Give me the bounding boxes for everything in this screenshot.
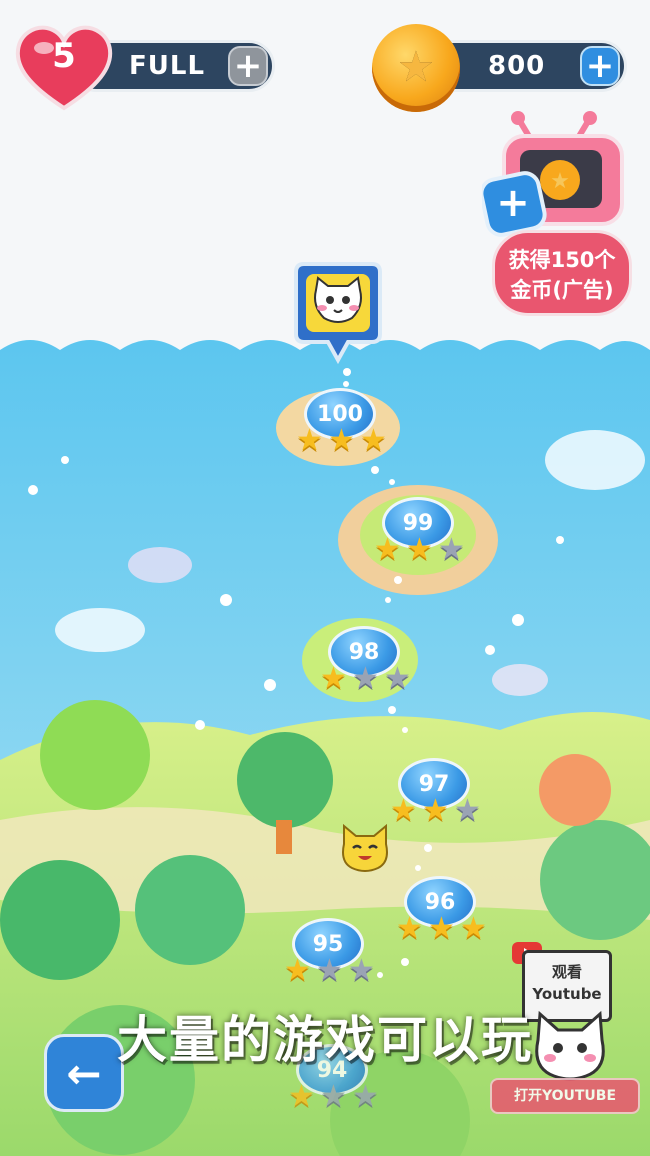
reward-ad-label-line1: 获得150个: [508, 248, 616, 272]
star-empty-icon: ★: [320, 1079, 347, 1114]
lives-count: 5: [52, 36, 76, 76]
level-stars: ★ ★ ★: [390, 793, 481, 828]
promo-caption: 大量的游戏可以玩: [117, 1011, 533, 1069]
coin-star-icon: ★: [397, 42, 435, 91]
level-stars: ★ ★ ★: [396, 911, 487, 946]
star-empty-icon: ★: [316, 953, 343, 988]
plus-icon: +: [233, 46, 263, 86]
svg-text:★: ★: [550, 169, 570, 194]
add-coins-button[interactable]: +: [580, 46, 620, 86]
cat-face-icon: [342, 823, 388, 872]
level-node-97[interactable]: 97 ★ ★ ★: [390, 758, 481, 826]
lives-status: FULL: [129, 51, 206, 81]
add-lives-button[interactable]: +: [228, 46, 268, 86]
star-filled-icon: ★: [360, 423, 387, 458]
level-node-100[interactable]: 100 ★ ★ ★: [296, 388, 387, 456]
level-stars: ★ ★ ★: [288, 1079, 379, 1114]
star-filled-icon: ★: [320, 661, 347, 696]
watch-youtube-line1: 观看: [551, 963, 582, 981]
star-filled-icon: ★: [288, 1079, 315, 1114]
star-empty-icon: ★: [454, 793, 481, 828]
star-filled-icon: ★: [460, 911, 487, 946]
star-filled-icon: ★: [396, 911, 423, 946]
star-empty-icon: ★: [384, 661, 411, 696]
cat-marker-icon: [294, 262, 382, 365]
level-node-98[interactable]: 98 ★ ★ ★: [320, 626, 411, 694]
star-filled-icon: ★: [284, 953, 311, 988]
level-stars: ★ ★ ★: [284, 953, 375, 988]
level-stars: ★ ★ ★: [320, 661, 411, 696]
level-stars: ★ ★ ★: [374, 532, 465, 567]
svg-text:+: +: [496, 180, 530, 226]
level-node-99[interactable]: 99 ★ ★ ★: [374, 497, 465, 565]
star-filled-icon: ★: [428, 911, 455, 946]
star-filled-icon: ★: [328, 423, 355, 458]
star-empty-icon: ★: [352, 1079, 379, 1114]
star-empty-icon: ★: [348, 953, 375, 988]
coins-count: 800: [488, 51, 546, 81]
star-filled-icon: ★: [374, 532, 401, 567]
level-node-95[interactable]: 95 ★ ★ ★: [284, 918, 375, 986]
open-youtube-button[interactable]: 打开YOUTUBE: [490, 1078, 640, 1114]
reward-ad-label-line2: 金币(广告): [510, 278, 614, 302]
star-empty-icon: ★: [438, 532, 465, 567]
star-filled-icon: ★: [406, 532, 433, 567]
tv-icon[interactable]: ★ +: [482, 108, 632, 240]
reward-ad-button[interactable]: 获得150个 金币(广告): [492, 230, 632, 316]
star-empty-icon: ★: [352, 661, 379, 696]
level-node-96[interactable]: 96 ★ ★ ★: [396, 876, 487, 944]
star-filled-icon: ★: [390, 793, 417, 828]
level-stars: ★ ★ ★: [296, 423, 387, 458]
star-filled-icon: ★: [422, 793, 449, 828]
star-filled-icon: ★: [296, 423, 323, 458]
plus-icon: +: [585, 46, 615, 86]
